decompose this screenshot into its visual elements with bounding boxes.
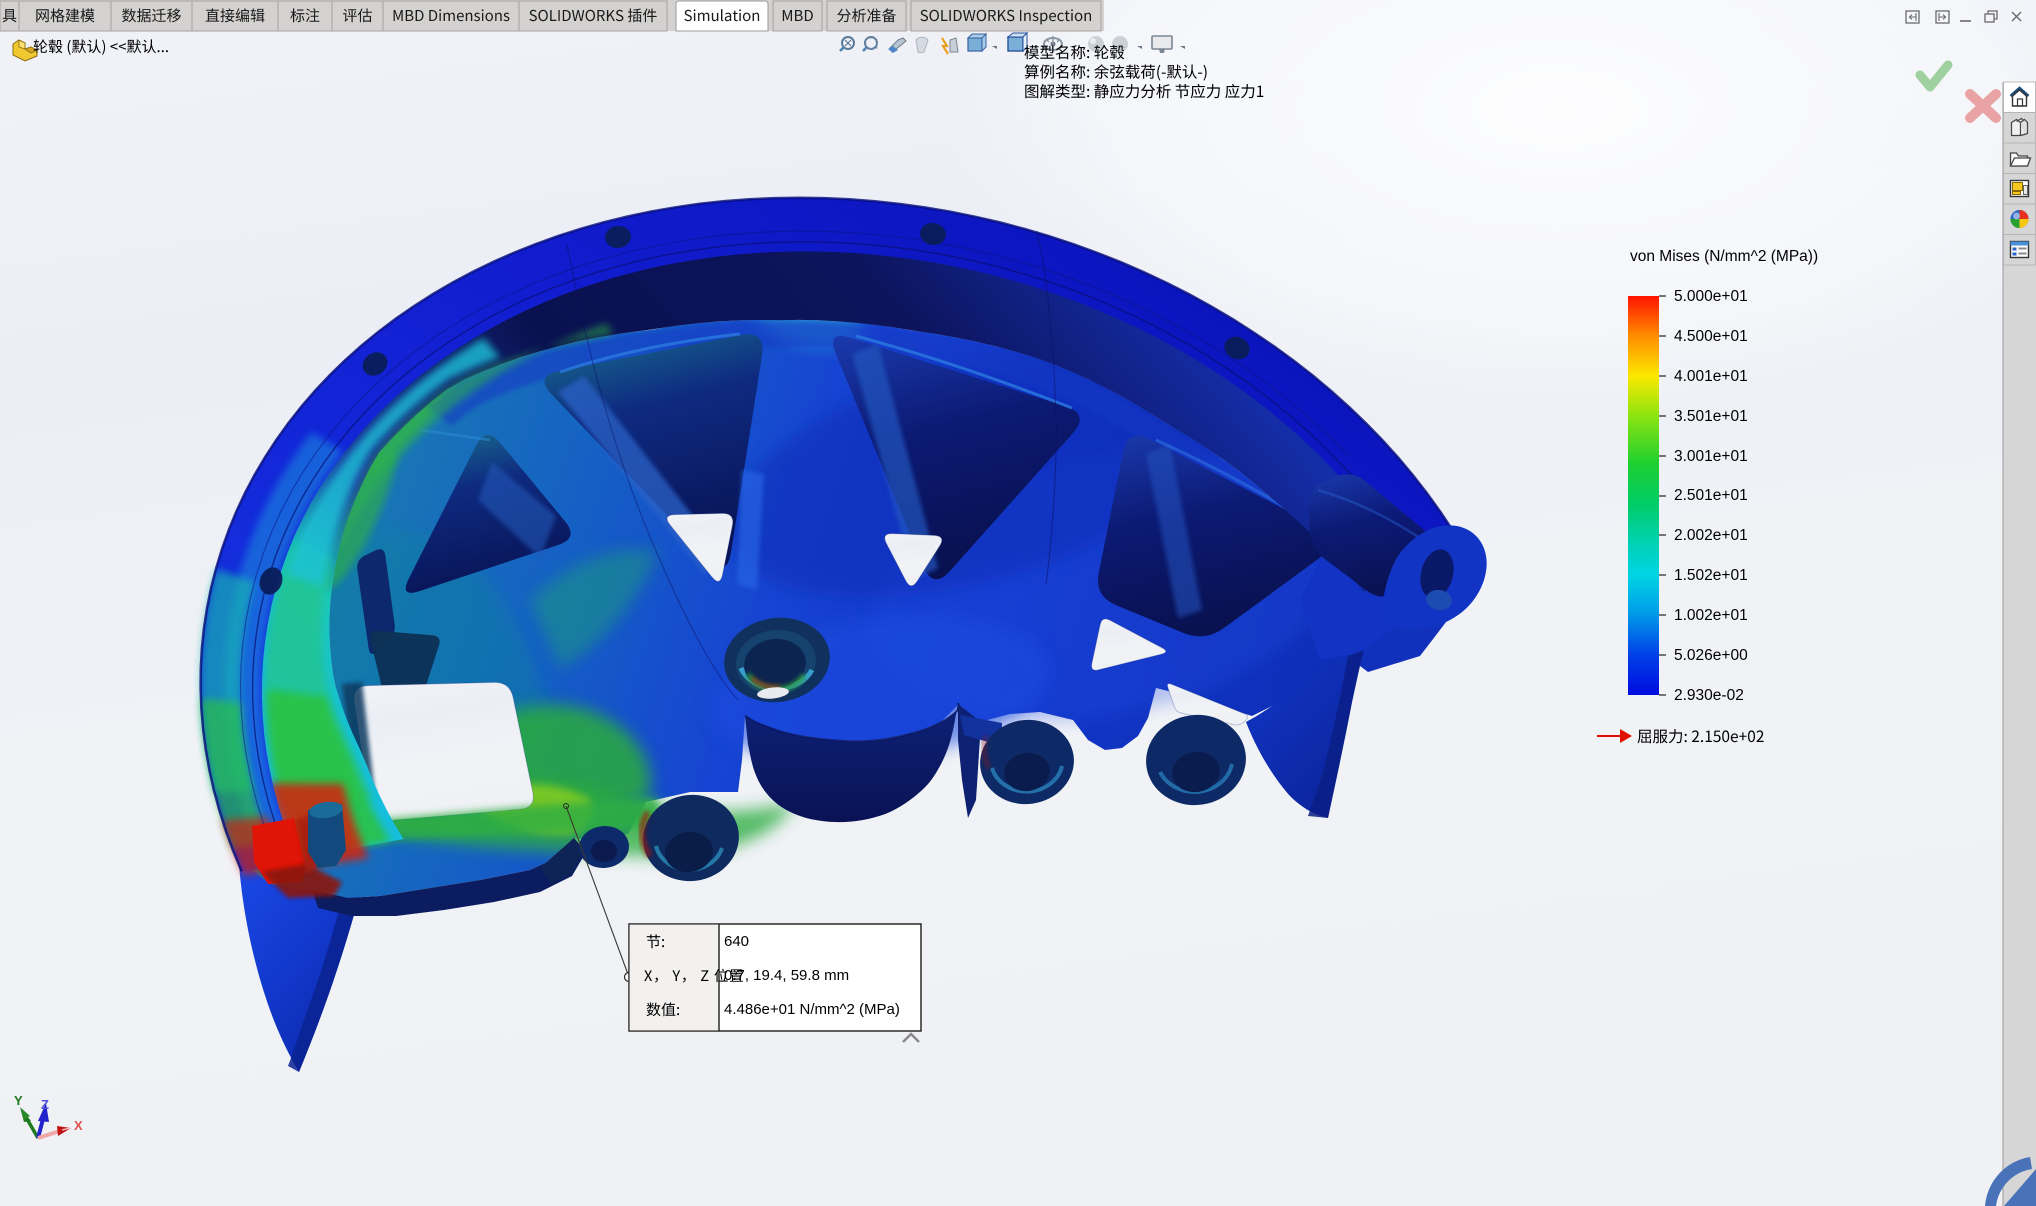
svg-text:5.000e+01: 5.000e+01 xyxy=(1674,288,1748,305)
svg-text:2.930e-02: 2.930e-02 xyxy=(1674,687,1744,704)
svg-text:Z: Z xyxy=(41,1097,49,1112)
svg-text:3.501e+01: 3.501e+01 xyxy=(1674,408,1748,425)
svg-text:2.002e+01: 2.002e+01 xyxy=(1674,527,1748,544)
svg-text:1.502e+01: 1.502e+01 xyxy=(1674,567,1748,584)
svg-text:4.500e+01: 4.500e+01 xyxy=(1674,328,1748,345)
svg-text:2.501e+01: 2.501e+01 xyxy=(1674,487,1748,504)
svg-text:Y: Y xyxy=(14,1093,23,1108)
svg-text:3.001e+01: 3.001e+01 xyxy=(1674,448,1748,465)
svg-text:5.026e+00: 5.026e+00 xyxy=(1674,647,1748,664)
svg-text:von Mises (N/mm^2 (MPa)): von Mises (N/mm^2 (MPa)) xyxy=(1630,248,1818,265)
svg-text:1.002e+01: 1.002e+01 xyxy=(1674,607,1748,624)
svg-text:640: 640 xyxy=(724,933,749,950)
svg-text:4.486e+01 N/mm^2 (MPa): 4.486e+01 N/mm^2 (MPa) xyxy=(724,1001,900,1018)
svg-text:4.001e+01: 4.001e+01 xyxy=(1674,368,1748,385)
svg-text:X: X xyxy=(74,1118,83,1133)
svg-text:0.7, 19.4, 59.8 mm: 0.7, 19.4, 59.8 mm xyxy=(724,967,849,984)
